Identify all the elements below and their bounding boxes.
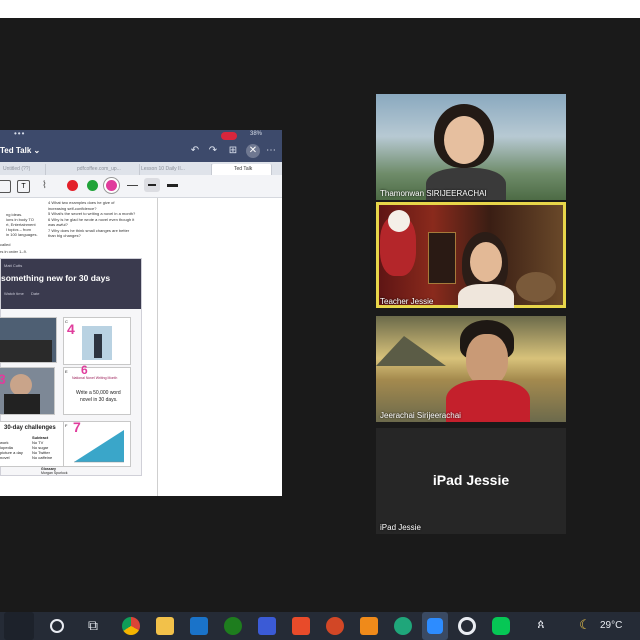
search-icon[interactable] <box>50 619 64 633</box>
close-pen-icon[interactable]: ✕ <box>246 144 260 158</box>
top-strip <box>0 0 640 18</box>
thumbnail-speaker-photo <box>0 367 55 415</box>
glossary: Glossary Morgan Spurlock <box>41 467 68 475</box>
start-area[interactable] <box>4 612 34 640</box>
undo-icon[interactable]: ↶ <box>188 144 202 158</box>
annotation-toolbar: T ⌇ <box>0 175 282 198</box>
participant-name-2: Jeerachai Sirijeerachai <box>380 411 461 420</box>
participant-name-1: Teacher Jessie <box>380 297 434 306</box>
card-header: Matt Cutts something new for 30 days Wat… <box>1 259 141 309</box>
lasso-tool-icon[interactable]: ⌇ <box>42 180 53 191</box>
participant-tile-0[interactable]: Thamonwan SIRIJEERACHAI <box>376 94 566 200</box>
document-tabs: Untitled (??) pdfcoffee.com_up... Lesson… <box>0 162 282 175</box>
zoom-taskbar-active[interactable] <box>422 612 448 640</box>
image-tool-icon[interactable] <box>0 180 11 193</box>
thumbnail-group-photo <box>0 317 57 363</box>
questions-list: 4 What two examples does he give of incr… <box>48 200 136 238</box>
mail-icon[interactable] <box>190 617 208 635</box>
tab-0[interactable]: Untitled (??) <box>0 164 46 175</box>
card-kicker: Matt Cutts <box>4 263 23 268</box>
pink-annotation-7: 7 <box>73 419 81 435</box>
media-player-icon[interactable] <box>360 617 378 635</box>
notes-app-titlebar: ••• 38% Ted Talk ⌄ ↶ ↷ ⊞ ✕ ⋯ <box>0 130 282 162</box>
medium-stroke-option[interactable] <box>144 178 160 192</box>
pink-annotation-4: 4 <box>67 321 75 337</box>
recording-badge <box>221 132 237 140</box>
more-options-icon[interactable]: ⋯ <box>264 144 278 158</box>
red-color-swatch[interactable] <box>67 180 78 191</box>
moon-cloud-icon: ☾ <box>579 617 591 632</box>
participant-name-0: Thamonwan SIRIJEERACHAI <box>380 189 487 198</box>
windows-taskbar: ⧉ ጰ ☾ 29°C <box>0 612 640 640</box>
fragment-called: called <box>0 242 11 247</box>
shared-screen[interactable]: ••• 38% Ted Talk ⌄ ↶ ↷ ⊞ ✕ ⋯ Untitled (?… <box>0 130 282 496</box>
add-page-icon[interactable]: ⊞ <box>226 144 240 158</box>
task-view-icon[interactable]: ⧉ <box>84 617 102 635</box>
weather-temperature[interactable]: 29°C <box>600 620 622 631</box>
document-title[interactable]: Ted Talk ⌄ <box>0 146 40 155</box>
office-icon[interactable] <box>292 617 310 635</box>
edge-icon[interactable] <box>394 617 412 635</box>
chrome-icon[interactable] <box>122 617 140 635</box>
file-explorer-icon[interactable] <box>156 617 174 635</box>
participant-display-label: iPad Jessie <box>432 472 510 488</box>
participant-tile-3[interactable]: iPad Jessie iPad Jessie <box>376 428 566 534</box>
line-icon[interactable] <box>492 617 510 635</box>
status-dots: ••• <box>14 130 26 138</box>
participant-tile-1-active-speaker[interactable]: Teacher Jessie <box>376 202 566 308</box>
tab-1[interactable]: pdfcoffee.com_up... <box>74 164 140 175</box>
participant-name-3: iPad Jessie <box>380 523 421 532</box>
text-tool-icon[interactable]: T <box>17 180 30 193</box>
worksheet-page[interactable]: ng ideas. ions in body TO rt, Entertainm… <box>0 198 158 496</box>
ai-app-icon[interactable] <box>258 617 276 635</box>
fragment-order: rs in order 1–9. <box>0 249 27 254</box>
thick-stroke-option[interactable] <box>167 184 178 187</box>
card-meta: Watch time <box>4 291 24 296</box>
participant-tile-2[interactable]: Jeerachai Sirijeerachai <box>376 316 566 422</box>
powerpoint-icon[interactable] <box>326 617 344 635</box>
tab-3-active[interactable]: Ted Talk <box>212 164 272 175</box>
xbox-icon[interactable] <box>224 617 242 635</box>
app-ring-icon[interactable] <box>458 617 476 635</box>
redo-icon[interactable]: ↷ <box>206 144 220 158</box>
pink-annotation-3: 3 <box>0 371 6 387</box>
thumbnail-challenges: 30-day challenges work lopedia picture a… <box>0 421 69 467</box>
pink-color-swatch[interactable] <box>106 180 117 191</box>
thumbnail-e-novel: E National Novel Writing Month Write a 5… <box>63 367 131 415</box>
pink-annotation-6: 6 <box>81 363 88 377</box>
thin-stroke-option[interactable] <box>127 185 138 186</box>
card-meta-2: Date <box>31 291 40 296</box>
people-icon[interactable]: ጰ <box>532 617 550 635</box>
green-color-swatch[interactable] <box>87 180 98 191</box>
tab-2[interactable]: Lesson 10 Daily II... <box>138 164 212 175</box>
battery-indicator: 38% <box>250 131 263 137</box>
ted-talk-card: Matt Cutts something new for 30 days Wat… <box>0 258 142 476</box>
left-fragments: ng ideas. ions in body TO rt, Entertainm… <box>6 212 38 237</box>
card-title: something new for 30 days <box>1 273 111 283</box>
